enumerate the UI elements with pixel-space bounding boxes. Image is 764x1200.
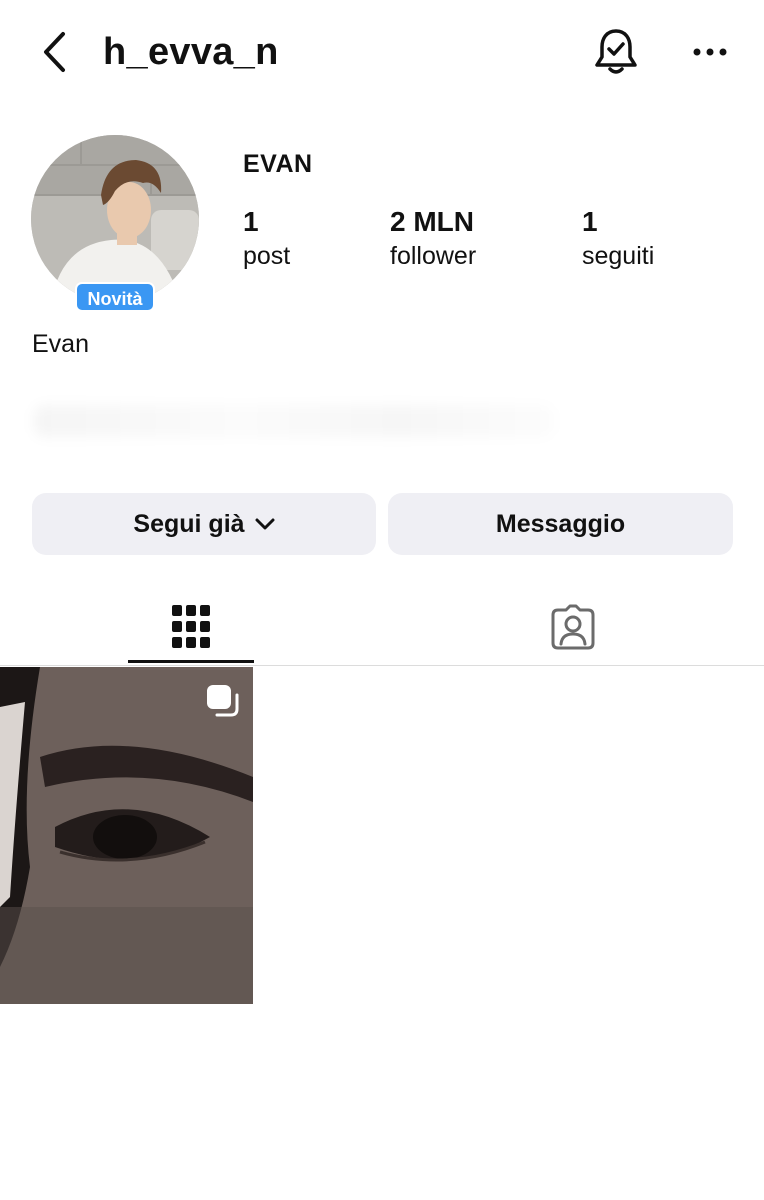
profile-username: h_evva_n: [103, 31, 279, 73]
stat-following-value: 1: [582, 206, 598, 237]
stat-posts[interactable]: 1 post: [243, 206, 290, 271]
bio-name: Evan: [32, 330, 89, 358]
bio-blurred-text: [34, 405, 554, 437]
more-horizontal-icon: [693, 48, 727, 56]
back-button[interactable]: [38, 28, 72, 76]
new-story-badge: Novità: [75, 282, 155, 312]
notifications-button[interactable]: [592, 27, 640, 77]
chevron-left-icon: [44, 32, 65, 72]
bell-check-icon: [595, 29, 637, 74]
avatar[interactable]: [31, 135, 199, 303]
stat-posts-value: 1: [243, 206, 259, 237]
tab-tagged[interactable]: [510, 590, 636, 664]
message-button-label: Messaggio: [495, 509, 626, 538]
tabs-divider: [0, 665, 764, 666]
message-button[interactable]: Messaggio: [388, 493, 733, 555]
tab-posts-grid[interactable]: [128, 590, 254, 664]
grid-icon: [172, 605, 210, 648]
following-button[interactable]: Segui già: [32, 493, 376, 555]
display-name: EVAN: [243, 150, 313, 178]
following-button-label: Segui già: [133, 509, 245, 538]
stat-followers-value: 2 MLN: [390, 206, 474, 237]
tagged-person-icon: [551, 604, 595, 650]
stat-followers[interactable]: 2 MLN follower: [390, 206, 476, 271]
more-options-button[interactable]: [690, 38, 730, 66]
multiple-photos-icon: [205, 683, 241, 719]
active-tab-indicator: [128, 660, 254, 663]
avatar-photo: [31, 135, 199, 303]
stat-followers-label: follower: [390, 242, 477, 270]
stat-posts-label: post: [243, 242, 291, 270]
stat-following-label: seguiti: [582, 242, 655, 270]
stat-following[interactable]: 1 seguiti: [582, 206, 654, 271]
chevron-down-icon: [255, 518, 275, 530]
